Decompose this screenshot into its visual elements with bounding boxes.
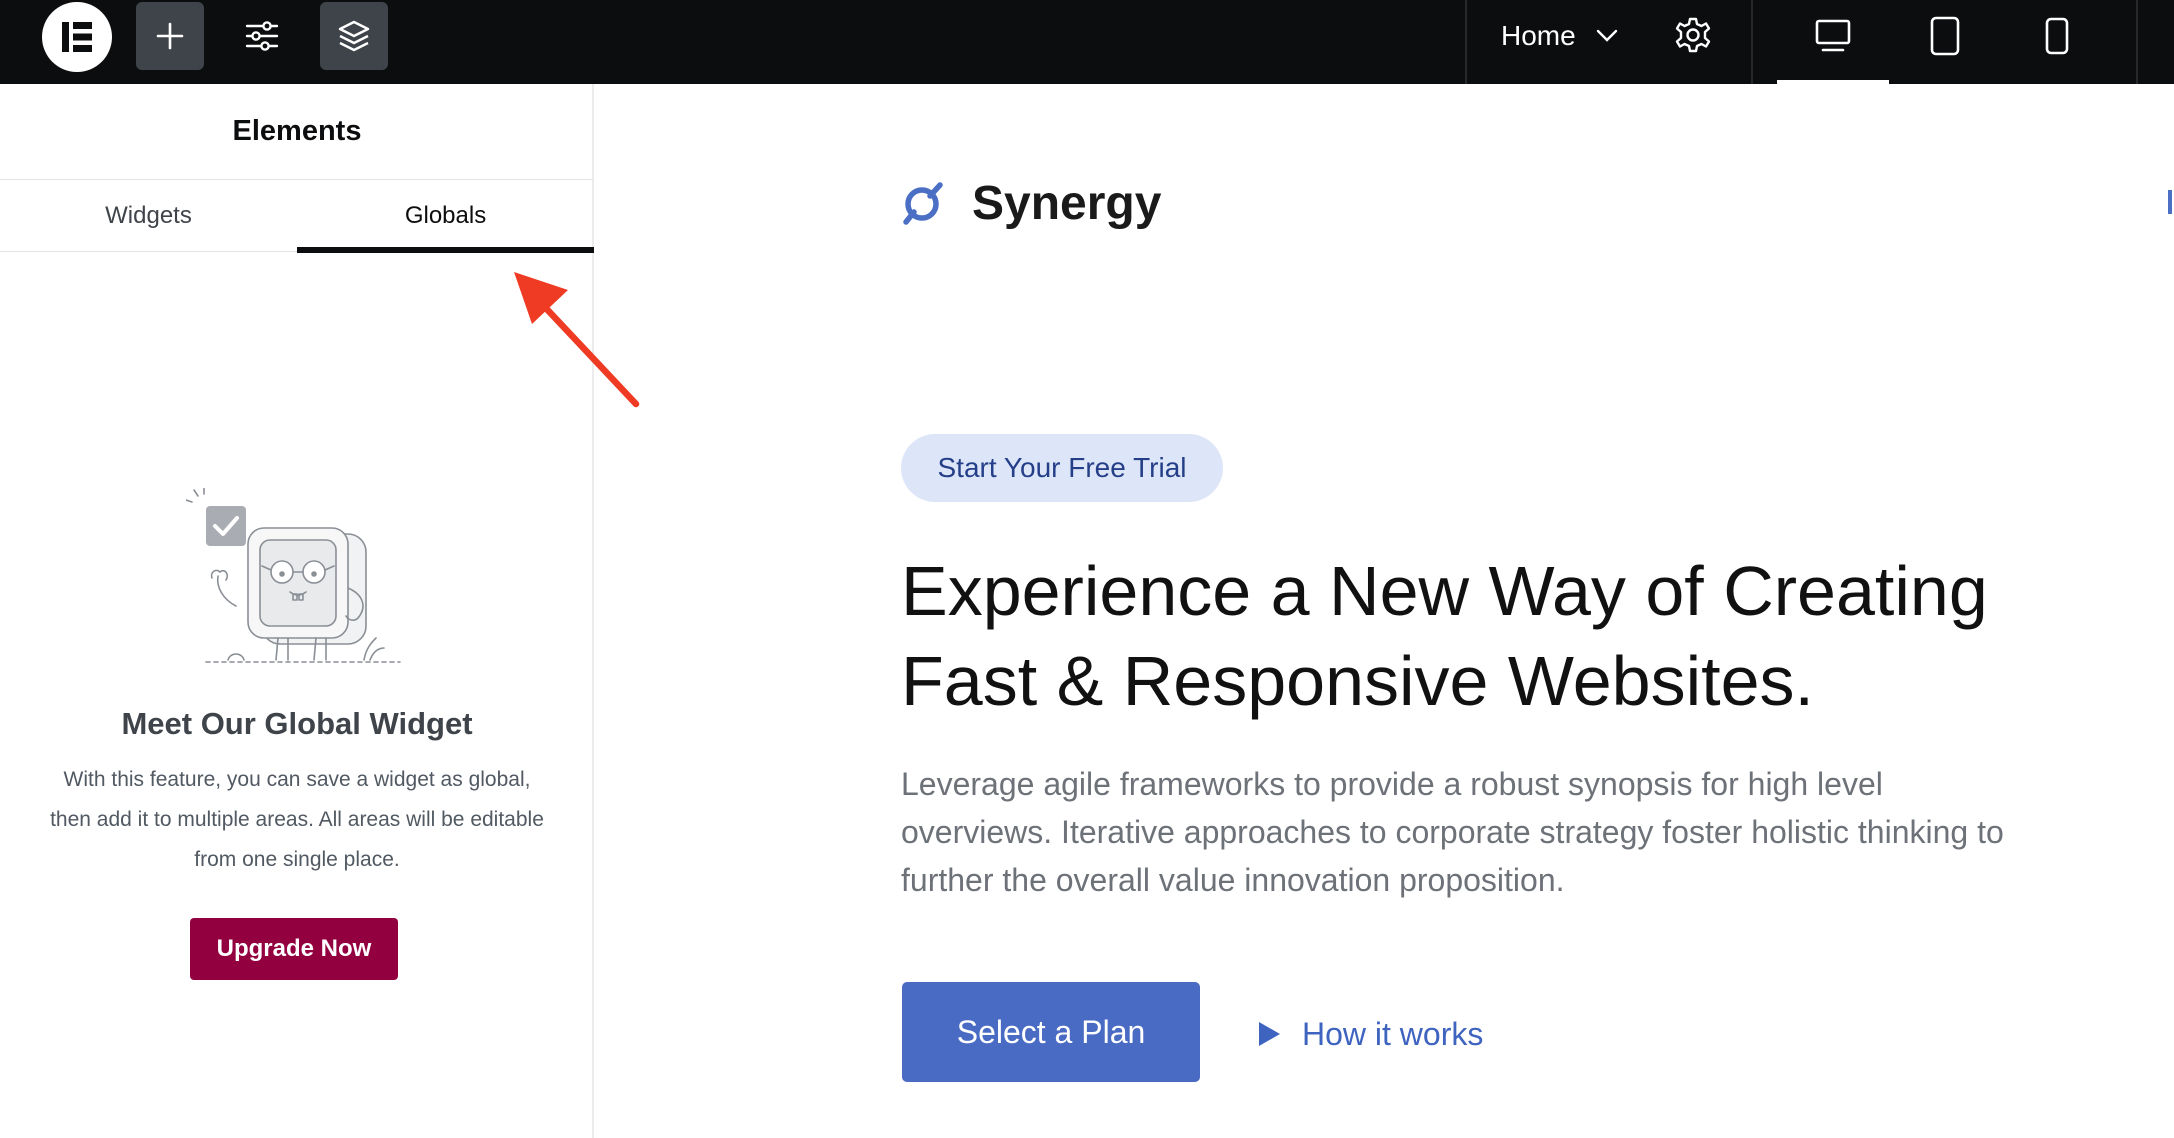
tablet-icon [1930, 16, 1960, 56]
how-it-works-link[interactable]: How it works [1256, 1004, 1483, 1064]
page-selector[interactable]: Home [1466, 0, 1646, 72]
chevron-down-icon [1596, 29, 1617, 42]
hero-paragraph-line: Leverage agile frameworks to provide a r… [901, 766, 1883, 802]
page-name: Home [1501, 20, 1576, 51]
editor-top-bar: Home [0, 0, 2174, 84]
tab-globals[interactable]: Globals [297, 180, 594, 253]
tablet-view-button[interactable] [1889, 0, 2001, 84]
hero-paragraph-line: further the overall value innovation pro… [901, 862, 1565, 898]
synergy-logo-icon [903, 181, 943, 225]
elementor-logo-icon[interactable] [42, 2, 112, 72]
how-it-works-label: How it works [1302, 1015, 1484, 1052]
desktop-view-button[interactable] [1777, 0, 1889, 84]
global-widget-mascot-illustration [186, 488, 401, 663]
play-icon [1259, 1022, 1280, 1046]
mobile-icon [2045, 17, 2069, 55]
structure-button[interactable] [320, 2, 388, 70]
upgrade-now-button[interactable]: Upgrade Now [190, 918, 398, 980]
annotation-arrow-icon [514, 272, 640, 408]
mobile-view-button[interactable] [2001, 0, 2113, 84]
structure-layers-icon [338, 20, 370, 52]
hero-paragraph: Leverage agile frameworks to provide a r… [901, 760, 2091, 904]
site-settings-sliders-icon [245, 21, 279, 51]
topbar-divider [1751, 0, 1753, 84]
free-trial-badge[interactable]: Start Your Free Trial [901, 434, 1223, 502]
tab-widgets[interactable]: Widgets [0, 180, 297, 252]
gear-icon [1675, 17, 1711, 53]
panel-title: Elements [0, 84, 594, 180]
brand-name: Synergy [972, 177, 1162, 230]
promo-description: With this feature, you can save a widget… [50, 768, 544, 871]
panel-tabs: Widgets Globals [0, 180, 594, 253]
site-brand[interactable]: Synergy [900, 176, 1161, 231]
topbar-divider [2136, 0, 2138, 84]
nav-edge-fragment [2168, 190, 2172, 214]
select-plan-button[interactable]: Select a Plan [902, 982, 1200, 1082]
page-settings-button[interactable] [1668, 8, 1718, 62]
add-element-button[interactable] [136, 2, 204, 70]
hero-paragraph-line: overviews. Iterative approaches to corpo… [901, 814, 2004, 850]
promo-title: Meet Our Global Widget [121, 706, 473, 741]
site-settings-button[interactable] [228, 2, 296, 70]
desktop-icon [1815, 19, 1851, 52]
elements-panel: Elements Widgets Globals Meet Our Global… [0, 84, 594, 1138]
hero-headline: Experience a New Way of Creating Fast & … [901, 546, 2101, 726]
hero-headline-line: Fast & Responsive Websites. [901, 642, 1814, 720]
hero-headline-line: Experience a New Way of Creating [901, 552, 1988, 630]
add-icon [156, 22, 184, 50]
